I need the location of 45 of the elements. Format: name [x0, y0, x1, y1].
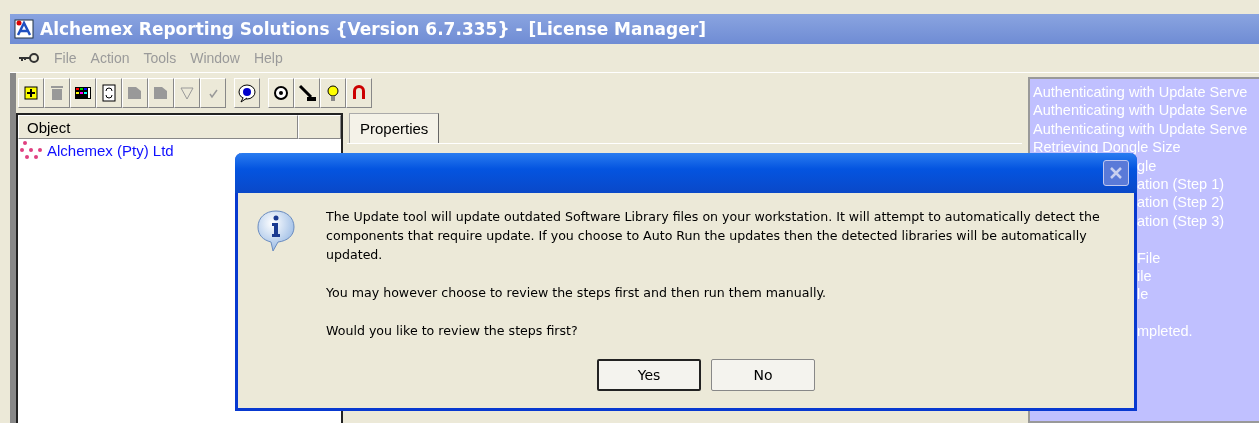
copy-icon — [126, 84, 144, 102]
refresh-icon — [100, 84, 118, 102]
log-line: Authenticating with Update Serve — [1033, 83, 1249, 102]
log-line: Authenticating with Update Serve — [1033, 101, 1249, 120]
magnet-button[interactable] — [346, 78, 372, 108]
dialog-message: You may however choose to review the steps first and then run them manually. — [326, 284, 828, 302]
column-header[interactable] — [298, 115, 341, 139]
tab[interactable]: Properties — [349, 113, 440, 143]
log-line: File — [1137, 249, 1161, 266]
no-button[interactable]: No — [711, 359, 815, 391]
log-line: Authenticating with Update Serve — [1033, 119, 1249, 139]
column-header[interactable]: Object — [18, 115, 298, 139]
grid-icon — [74, 84, 92, 102]
log-line: mpleted. — [1137, 323, 1193, 340]
dialog-message: Would you like to review the steps first? — [326, 322, 579, 340]
new-icon — [22, 84, 40, 102]
log-line: ile — [1137, 267, 1152, 284]
tree-item[interactable]: Alchemex (Pty) Ltd — [47, 141, 174, 159]
dialog-message: The Update tool will update outdated Software Library files on your workstation. It will attempt to automatically detect the components that require update. If you choose to Auto Run the updates then the detected libraries will be automatically updated. — [326, 208, 1101, 264]
help-icon — [237, 83, 257, 103]
filter-icon — [178, 84, 196, 102]
log-line: gle — [1137, 157, 1157, 174]
log-line: ation (Step 3) — [1137, 212, 1225, 229]
copy-button[interactable] — [122, 78, 148, 108]
key-icon — [18, 52, 40, 64]
filter-button[interactable] — [174, 78, 200, 108]
help-button[interactable] — [234, 78, 260, 108]
trash-icon — [48, 84, 66, 102]
new-button[interactable] — [18, 78, 44, 108]
close-icon — [1108, 165, 1124, 181]
window-title: Alchemex Reporting Solutions {Version 6.7.335} - [License Manager] — [40, 19, 706, 39]
refresh-button[interactable] — [96, 78, 122, 108]
paste-icon — [152, 84, 170, 102]
grid-button[interactable] — [70, 78, 96, 108]
log-line: Retrieving Dongle Size — [1033, 138, 1182, 157]
log-line: le — [1137, 286, 1149, 303]
info-icon — [256, 209, 296, 253]
paste-button[interactable] — [148, 78, 174, 108]
log-line: ation (Step 1) — [1137, 175, 1225, 192]
lightbulb-button[interactable] — [320, 78, 346, 108]
yes-button[interactable]: Yes — [597, 359, 701, 391]
close-button[interactable] — [1103, 160, 1129, 186]
log-line: ation (Step 2) — [1137, 194, 1225, 211]
app-icon — [14, 19, 34, 39]
check-button[interactable] — [200, 78, 226, 108]
